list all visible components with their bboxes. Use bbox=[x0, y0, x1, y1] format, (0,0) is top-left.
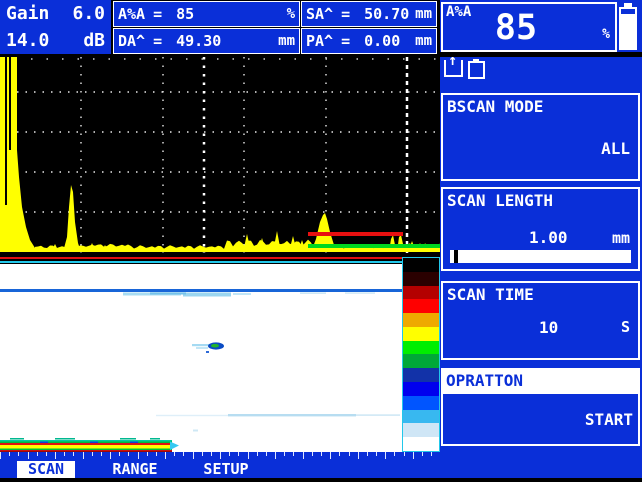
battery-icon bbox=[619, 3, 637, 50]
measurement-unit: % bbox=[287, 6, 295, 22]
section-value: ALL bbox=[601, 139, 630, 158]
section-title: SCAN LENGTH bbox=[447, 191, 553, 210]
section-unit: S bbox=[621, 318, 630, 336]
equals-sign: = bbox=[153, 32, 162, 50]
amplitude-readout-box: A%A 85 % bbox=[441, 2, 617, 52]
menu-section-scan-length[interactable]: SCAN LENGTH 1.00 mm bbox=[441, 187, 640, 271]
measurement-value: 49.30 bbox=[176, 32, 221, 50]
equals-sign: = bbox=[341, 32, 350, 50]
section-title: SCAN TIME bbox=[447, 285, 534, 304]
measurement-unit: mm bbox=[415, 33, 432, 49]
ascan-bscan-separator-red bbox=[0, 257, 403, 259]
color-scale-band bbox=[403, 327, 439, 341]
section-title: BSCAN MODE bbox=[447, 97, 543, 116]
color-scale-band bbox=[403, 423, 439, 437]
sidebar-divider bbox=[440, 52, 642, 57]
color-scale-band bbox=[403, 299, 439, 313]
section-value: 10 bbox=[539, 318, 558, 337]
gain-display: Gain 6.0 14.0 dB bbox=[0, 0, 111, 54]
measurement-value: 0.00 bbox=[364, 32, 400, 50]
readout-value: 85 bbox=[443, 9, 589, 47]
color-scale-band bbox=[403, 382, 439, 396]
gain-label: Gain bbox=[6, 1, 49, 27]
measurement-unit: mm bbox=[278, 33, 295, 49]
readout-unit: % bbox=[602, 27, 610, 42]
measurement-box-depth: DA^ = 49.30 mm bbox=[113, 28, 300, 54]
equals-sign: = bbox=[153, 5, 162, 23]
menu-section-operation[interactable]: OPRATTON START bbox=[441, 368, 640, 446]
color-scale-band bbox=[403, 437, 439, 451]
measurement-box-projection: PA^ = 0.00 mm bbox=[301, 28, 437, 54]
gain-step-value: 6.0 bbox=[72, 1, 105, 27]
color-scale-band bbox=[403, 368, 439, 382]
measurement-name: SA^ bbox=[306, 5, 333, 23]
menu-section-scan-time[interactable]: SCAN TIME 10 S bbox=[441, 281, 640, 360]
color-scale-band bbox=[403, 396, 439, 410]
scan-length-progress-bar bbox=[450, 250, 631, 263]
measurement-name: A%A bbox=[118, 5, 145, 23]
gain-unit: dB bbox=[83, 28, 105, 54]
measurement-name: DA^ bbox=[118, 32, 145, 50]
ascan-display bbox=[0, 57, 440, 253]
color-scale-band bbox=[403, 313, 439, 327]
equals-sign: = bbox=[341, 5, 350, 23]
device-screen: Gain 6.0 14.0 dB A%A = 85 % DA^ = 49.30 … bbox=[0, 0, 642, 482]
gain-value: 14.0 bbox=[6, 28, 49, 54]
menu-section-bscan-mode[interactable]: BSCAN MODE ALL bbox=[441, 93, 640, 181]
operation-title-bar: OPRATTON bbox=[443, 370, 638, 394]
battery-body bbox=[619, 7, 637, 50]
recall-icon: ↑ bbox=[444, 60, 463, 77]
measurement-box-sound-path: SA^ = 50.70 mm bbox=[301, 1, 437, 27]
color-scale-band bbox=[403, 272, 439, 286]
box-icon bbox=[468, 61, 485, 79]
color-scale-band bbox=[403, 341, 439, 355]
sidebar: A%A 85 % ↑ BSCAN MODE ALL SCAN LENGTH 1.… bbox=[440, 0, 642, 452]
measurement-unit: mm bbox=[415, 6, 432, 22]
color-scale-band bbox=[403, 286, 439, 300]
section-title: OPRATTON bbox=[446, 371, 523, 390]
measurement-value: 50.70 bbox=[364, 5, 409, 23]
section-value: START bbox=[585, 410, 633, 429]
measurement-name: PA^ bbox=[306, 32, 333, 50]
menu-tab-range[interactable]: RANGE bbox=[103, 461, 167, 478]
menu-tab-setup[interactable]: SETUP bbox=[194, 461, 258, 478]
bscan-display bbox=[0, 264, 402, 452]
measurement-box-amplitude: A%A = 85 % bbox=[113, 1, 300, 27]
color-scale-band bbox=[403, 354, 439, 368]
color-scale-band bbox=[403, 258, 439, 272]
ascan-bscan-separator-cyan bbox=[0, 261, 403, 263]
bottom-menu-bar: SCAN RANGE SETUP bbox=[0, 452, 642, 478]
color-scale-bar bbox=[402, 257, 440, 452]
measurement-value: 85 bbox=[176, 5, 194, 23]
section-unit: mm bbox=[612, 229, 630, 247]
section-value: 1.00 bbox=[529, 228, 568, 247]
color-scale-band bbox=[403, 410, 439, 424]
menu-tab-scan[interactable]: SCAN bbox=[17, 461, 75, 478]
